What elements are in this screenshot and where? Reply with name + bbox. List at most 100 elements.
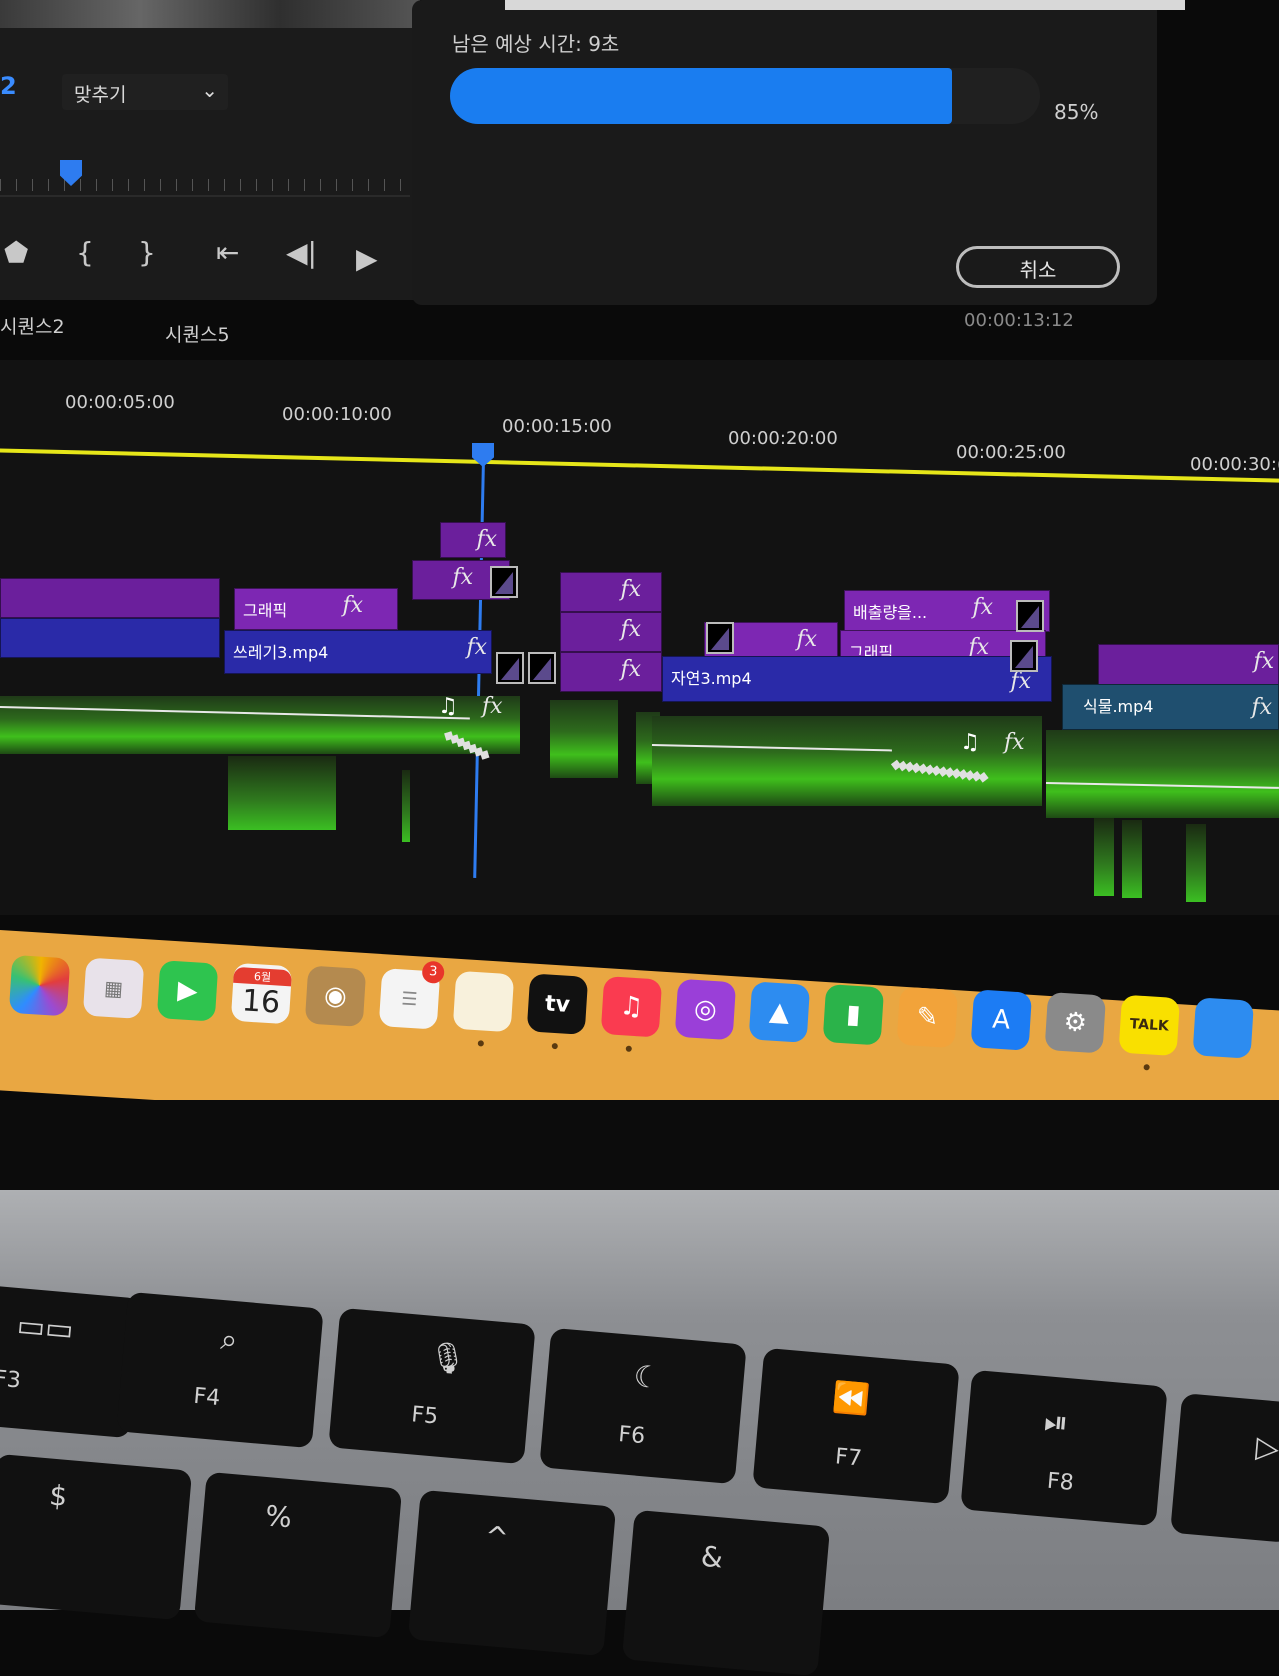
clip-name: 그래픽 (243, 601, 288, 620)
key-6[interactable]: ^ (407, 1489, 617, 1657)
go-to-in-icon[interactable]: ⇤ (216, 236, 239, 269)
audio-clip-waveform[interactable] (1186, 824, 1206, 902)
photos-app-icon[interactable] (8, 954, 71, 1017)
keynote-icon[interactable]: ▲ (748, 981, 811, 1043)
system-settings-icon[interactable]: ⚙ (1044, 991, 1107, 1054)
fx-badge[interactable]: fx (796, 627, 817, 652)
fx-badge[interactable]: fx (476, 527, 497, 552)
kakaotalk-icon[interactable]: TALK (1118, 994, 1181, 1057)
key-f6[interactable]: ☾ F6 (539, 1327, 747, 1485)
calendar-app-icon[interactable]: 6월 16 (230, 962, 293, 1025)
key-f4[interactable]: ⌕ F4 (116, 1291, 324, 1449)
tab-sequence-2[interactable]: 시퀀스2 (0, 312, 65, 339)
numbers-icon[interactable]: ▮ (822, 983, 885, 1046)
audio-clip-waveform[interactable] (228, 756, 336, 830)
tv-label: tv (544, 990, 571, 1018)
key-7[interactable]: & (621, 1509, 831, 1676)
video-clip-segments[interactable] (0, 578, 220, 618)
graphic-clip[interactable]: 그래픽 fx (234, 588, 398, 630)
key-label: $ (48, 1478, 69, 1513)
transition-marker[interactable] (528, 652, 556, 684)
podcasts-icon[interactable]: ◎ (674, 978, 737, 1041)
microphone-icon: 🎙 (426, 1339, 468, 1378)
key-f5[interactable]: 🎙 F5 (328, 1307, 536, 1465)
trash3-clip[interactable]: 쓰레기3.mp4 fx (224, 630, 492, 674)
pages-icon[interactable]: ✎ (896, 986, 959, 1049)
fx-badge[interactable]: fx (1253, 649, 1274, 674)
ruler-tick-label: 00:00:20:00 (728, 428, 838, 449)
add-marker-icon[interactable]: ⬟ (4, 236, 28, 269)
tab-sequence-5[interactable]: 시퀀스5 (165, 320, 230, 347)
mark-out-icon[interactable]: } (138, 236, 156, 269)
audio-clip-waveform[interactable] (402, 770, 410, 842)
clip-name: 식물.mp4 (1083, 697, 1154, 716)
nature3-clip[interactable]: 자연3.mp4 fx (662, 656, 1052, 702)
video-clip-segments[interactable]: fx (1098, 644, 1279, 688)
current-timecode[interactable]: 00:00:13:12 (964, 310, 1074, 331)
contacts-icon[interactable]: ◉ (304, 965, 367, 1027)
key-f7[interactable]: ⏪ F7 (752, 1347, 960, 1505)
key-5[interactable]: % (193, 1471, 403, 1639)
audio-clip-waveform[interactable] (1122, 820, 1142, 898)
ruler-tick-label: 00:00:05:00 (65, 392, 175, 413)
fx-badge[interactable]: fx (482, 694, 503, 719)
fx-badge[interactable]: fx (972, 595, 993, 620)
transition-marker[interactable] (490, 566, 518, 598)
transition-marker[interactable] (1016, 600, 1044, 632)
chevron-down-icon: ⌄ (201, 78, 218, 102)
rewind-icon: ⏪ (830, 1379, 872, 1419)
mark-in-icon[interactable]: { (76, 236, 94, 269)
video-clip[interactable]: fx (560, 572, 662, 612)
audio-clip-waveform[interactable] (1094, 818, 1114, 896)
remaining-time-label: 남은 예상 시간: 9초 (452, 32, 620, 56)
fit-dropdown[interactable]: 맞추기 ⌄ (62, 74, 228, 110)
fx-badge[interactable]: fx (1251, 695, 1272, 720)
clip-name: 배출량을... (853, 603, 928, 622)
fx-badge[interactable]: fx (1010, 669, 1031, 694)
plants-clip[interactable]: 식물.mp4 fx (1062, 684, 1279, 730)
music-note-icon: ♫ (960, 730, 980, 755)
running-indicator (477, 1040, 485, 1047)
key-label: F6 (617, 1422, 647, 1450)
step-back-icon[interactable]: ◀| (286, 236, 317, 269)
fx-badge[interactable]: fx (620, 577, 641, 602)
fx-badge[interactable]: fx (466, 635, 487, 660)
fx-badge[interactable]: fx (1004, 730, 1025, 755)
video-clip-segments[interactable] (0, 618, 220, 658)
app-icon-partial[interactable] (1192, 997, 1255, 1059)
key-label: % (263, 1499, 294, 1535)
cancel-button[interactable]: 취소 (956, 246, 1120, 288)
transition-marker[interactable] (496, 652, 524, 684)
fx-badge[interactable]: fx (452, 565, 473, 590)
audio-clip-waveform[interactable] (550, 700, 618, 778)
audio-clip-waveform[interactable] (652, 716, 1042, 806)
facetime-icon[interactable]: ▶ (156, 960, 219, 1022)
video-clip[interactable]: fx (560, 612, 662, 652)
ruler-tick-label: 00:00:10:00 (282, 404, 392, 425)
fast-forward-icon: ▷ (1254, 1429, 1279, 1467)
fx-badge[interactable]: fx (620, 617, 641, 642)
app-store-icon[interactable]: A (970, 989, 1033, 1051)
fx-badge[interactable]: fx (620, 657, 641, 682)
key-f8[interactable]: ⏯ F8 (960, 1369, 1168, 1527)
mission-control-icon: ▭▭ (15, 1308, 75, 1348)
clip-name: 자연3.mp4 (671, 669, 752, 688)
launchpad-icon[interactable]: ▦ (82, 957, 145, 1020)
dialog-title-bar (505, 0, 1185, 10)
key-f9[interactable]: ▷ (1170, 1393, 1279, 1543)
key-label: F8 (1045, 1468, 1075, 1496)
video-clip[interactable]: fx (440, 522, 506, 558)
key-label: F4 (192, 1383, 222, 1412)
fx-badge[interactable]: fx (342, 593, 363, 618)
key-4[interactable]: $ (0, 1453, 193, 1621)
audio-clip-waveform[interactable] (1046, 730, 1279, 818)
transition-marker[interactable] (706, 622, 734, 654)
music-app-icon[interactable]: ♫ (600, 976, 663, 1038)
program-monitor: 2 맞추기 ⌄ ⬟ { } ⇤ ◀| ▶ (0, 0, 420, 300)
play-icon[interactable]: ▶ (356, 242, 378, 275)
monitor-preview-image (0, 0, 420, 28)
video-clip[interactable]: fx (560, 652, 662, 692)
notes-icon[interactable] (452, 970, 515, 1033)
apple-tv-icon[interactable]: tv (526, 973, 589, 1035)
transition-marker[interactable] (1010, 640, 1038, 672)
